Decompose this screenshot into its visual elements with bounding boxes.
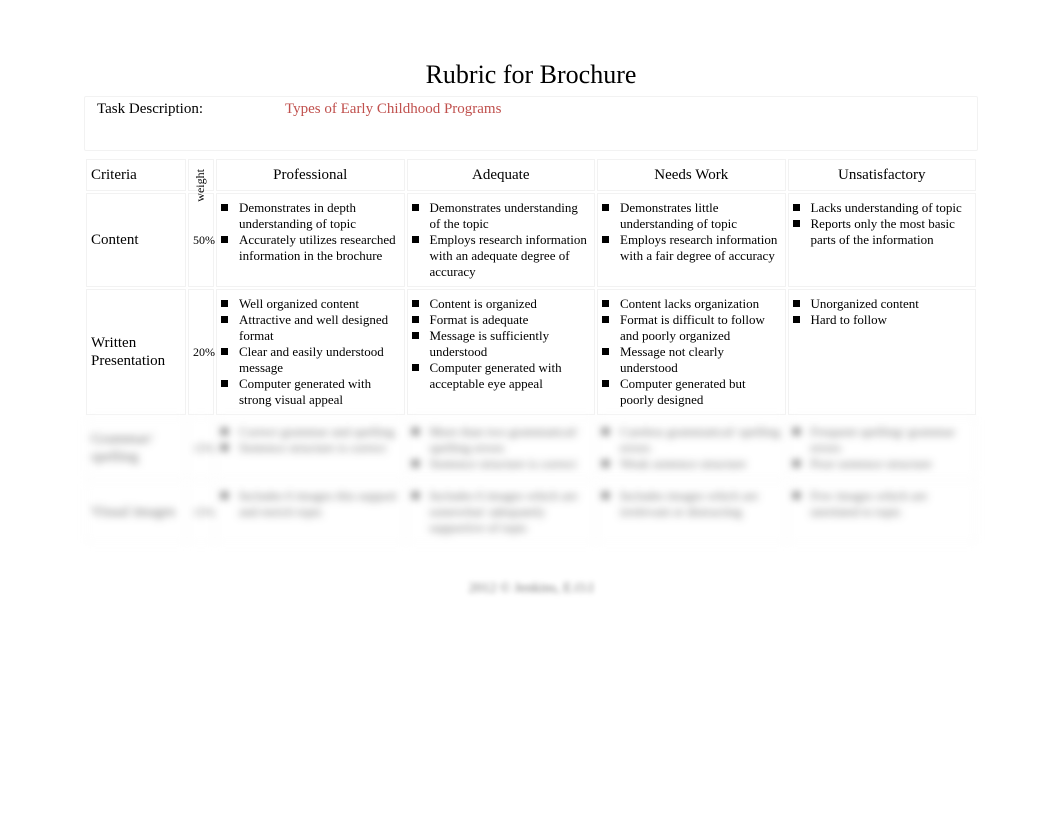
level-cell: Demonstrates little understanding of top… — [597, 193, 786, 287]
bullet-item: Attractive and well designed format — [221, 312, 400, 344]
level-cell: Includes images which are irrelevant or … — [597, 481, 786, 543]
level-cell: More than two grammatical/ spelling erro… — [407, 417, 596, 479]
bullet-item: Few images which are unrelated to topic — [793, 488, 972, 520]
bullet-item: Correct grammar and spelling — [221, 424, 400, 440]
footer: 2012 © Jenkins, E.O.I — [84, 581, 978, 597]
bullet-item: Includes 6 images which are somewhat/ ad… — [412, 488, 591, 536]
level-cell: Demonstrates in depth understanding of t… — [216, 193, 405, 287]
bullet-item: Accurately utilizes researched informati… — [221, 232, 400, 264]
level-cell: Includes 6 images this support and enric… — [216, 481, 405, 543]
level-cell: Careless grammatical/ spelling errorsWea… — [597, 417, 786, 479]
table-row: Content50% Demonstrates in depth understa… — [86, 193, 976, 287]
weight-cell: 50% — [188, 193, 214, 287]
table-row: Written Presentation20%Well organized co… — [86, 289, 976, 415]
bullet-item: Careless grammatical/ spelling errors — [602, 424, 781, 456]
bullet-item: Format is difficult to follow and poorly… — [602, 312, 781, 344]
header-professional: Professional — [216, 159, 405, 191]
header-adequate: Adequate — [407, 159, 596, 191]
bullet-item: Hard to follow — [793, 312, 972, 328]
weight-cell: 15% — [188, 417, 214, 479]
header-needs-work: Needs Work — [597, 159, 786, 191]
bullet-item: Includes images which are irrelevant or … — [602, 488, 781, 520]
bullet-item: Unorganized content — [793, 296, 972, 312]
bullet-item: Computer generated but poorly designed — [602, 376, 781, 408]
header-weight: weight — [188, 159, 214, 191]
bullet-item: Employs research information with an ade… — [412, 232, 591, 280]
bullet-item: Sentence structure is correct — [412, 456, 591, 472]
level-cell: Frequent spelling/ grammar errorsPoor se… — [788, 417, 977, 479]
rubric-table: Criteria weight Professional Adequate Ne… — [84, 157, 978, 545]
bullet-item: Demonstrates understanding of the topic — [412, 200, 591, 232]
bullet-item: Lacks understanding of topic — [793, 200, 972, 216]
level-cell: Lacks understanding of topicReports only… — [788, 193, 977, 287]
task-label: Task Description: — [97, 101, 203, 118]
bullet-item: Message not clearly understood — [602, 344, 781, 376]
criteria-cell: Content — [86, 193, 186, 287]
bullet-item: Demonstrates little understanding of top… — [602, 200, 781, 232]
bullet-item: Well organized content — [221, 296, 400, 312]
header-criteria: Criteria — [86, 159, 186, 191]
level-cell: Content is organizedFormat is adequateMe… — [407, 289, 596, 415]
bullet-item: Message is sufficiently understood — [412, 328, 591, 360]
task-description: Types of Early Childhood Programs — [285, 101, 501, 118]
bullet-item: Computer generated with acceptable eye a… — [412, 360, 591, 392]
level-cell: Well organized contentAttractive and wel… — [216, 289, 405, 415]
bullet-item: Computer generated with strong visual ap… — [221, 376, 400, 408]
bullet-item: Clear and easily understood message — [221, 344, 400, 376]
bullet-item: Demonstrates in depth understanding of t… — [221, 200, 400, 232]
criteria-cell: Visual images — [86, 481, 186, 543]
bullet-item: Format is adequate — [412, 312, 591, 328]
criteria-cell: Grammar/ spelling — [86, 417, 186, 479]
criteria-cell: Written Presentation — [86, 289, 186, 415]
table-row: Visual images15% Includes 6 images this s… — [86, 481, 976, 543]
level-cell: Unorganized contentHard to follow — [788, 289, 977, 415]
level-cell: Content lacks organizationFormat is diff… — [597, 289, 786, 415]
bullet-item: Weak sentence structure — [602, 456, 781, 472]
task-description-block: Task Description: Types of Early Childho… — [84, 96, 978, 151]
bullet-item: More than two grammatical/ spelling erro… — [412, 424, 591, 456]
bullet-item: Content is organized — [412, 296, 591, 312]
bullet-item: Content lacks organization — [602, 296, 781, 312]
level-cell: Demonstrates understanding of the topicE… — [407, 193, 596, 287]
level-cell: Correct grammar and spellingSentence str… — [216, 417, 405, 479]
bullet-item: Employs research information with a fair… — [602, 232, 781, 264]
bullet-item: Sentence structure is correct — [221, 440, 400, 456]
bullet-item: Reports only the most basic parts of the… — [793, 216, 972, 248]
weight-cell: 15% — [188, 481, 214, 543]
level-cell: Includes 6 images which are somewhat/ ad… — [407, 481, 596, 543]
bullet-item: Poor sentence structure — [793, 456, 972, 472]
header-unsatisfactory: Unsatisfactory — [788, 159, 977, 191]
level-cell: Few images which are unrelated to topic — [788, 481, 977, 543]
page-title: Rubric for Brochure — [84, 60, 978, 90]
bullet-item: Frequent spelling/ grammar errors — [793, 424, 972, 456]
table-row: Grammar/ spelling15%Correct grammar and … — [86, 417, 976, 479]
weight-cell: 20% — [188, 289, 214, 415]
bullet-item: Includes 6 images this support and enric… — [221, 488, 400, 520]
